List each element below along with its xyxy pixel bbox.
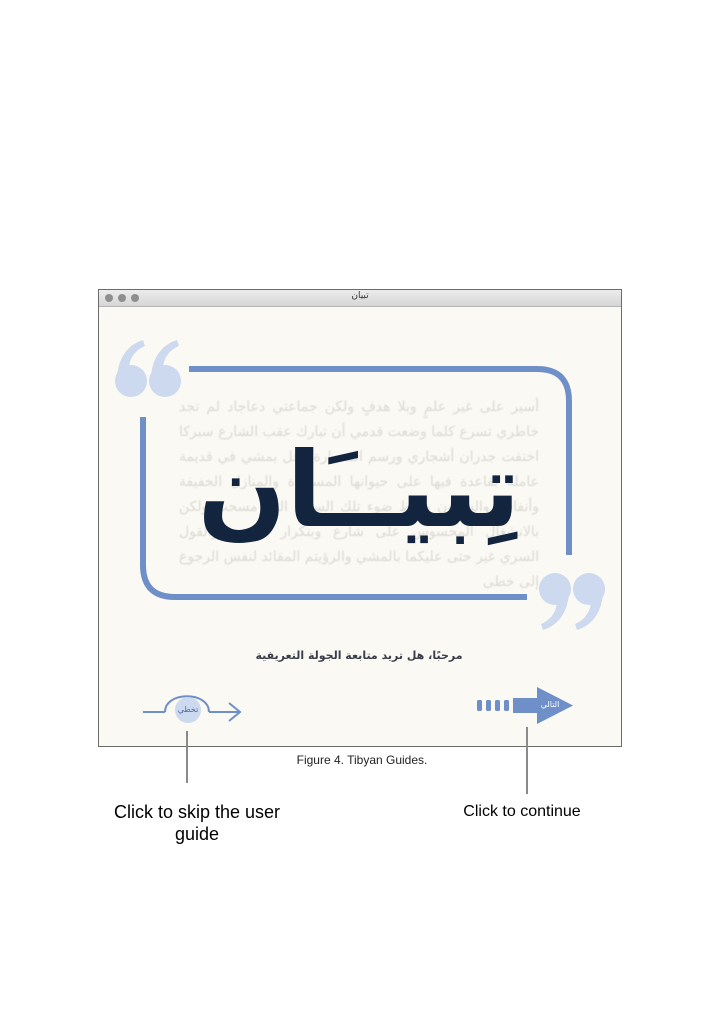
welcome-screen: أسير على غير علمٍ وبلا هدفٍ ولكن جماعتي … (99, 307, 621, 746)
title-bar: تبيان (99, 290, 621, 307)
next-dashed-arrow-icon (477, 687, 573, 724)
close-quote-icon (539, 573, 605, 630)
skip-annotation: Click to skip the user guide (113, 802, 281, 844)
app-window: تبيان أسير على غير علمٍ وبلا هدفٍ ولكن ج… (98, 289, 622, 747)
app-logo-text: تِبيــَان (197, 429, 521, 551)
figure-caption: Figure 4. Tibyan Guides. (296, 753, 428, 767)
next-button[interactable]: التالي (473, 687, 583, 737)
open-quote-icon (115, 340, 181, 397)
skip-button[interactable]: تخطي (143, 683, 253, 733)
skip-label: تخطي (177, 705, 199, 714)
welcome-message: مرحبًا، هل تريد متابعة الجولة التعريفية (255, 649, 463, 662)
window-title: تبيان (351, 291, 369, 301)
skip-pointer-line (186, 731, 188, 783)
continue-annotation: Click to continue (463, 803, 581, 820)
continue-pointer-line (526, 727, 528, 794)
next-label: التالي (540, 700, 560, 709)
